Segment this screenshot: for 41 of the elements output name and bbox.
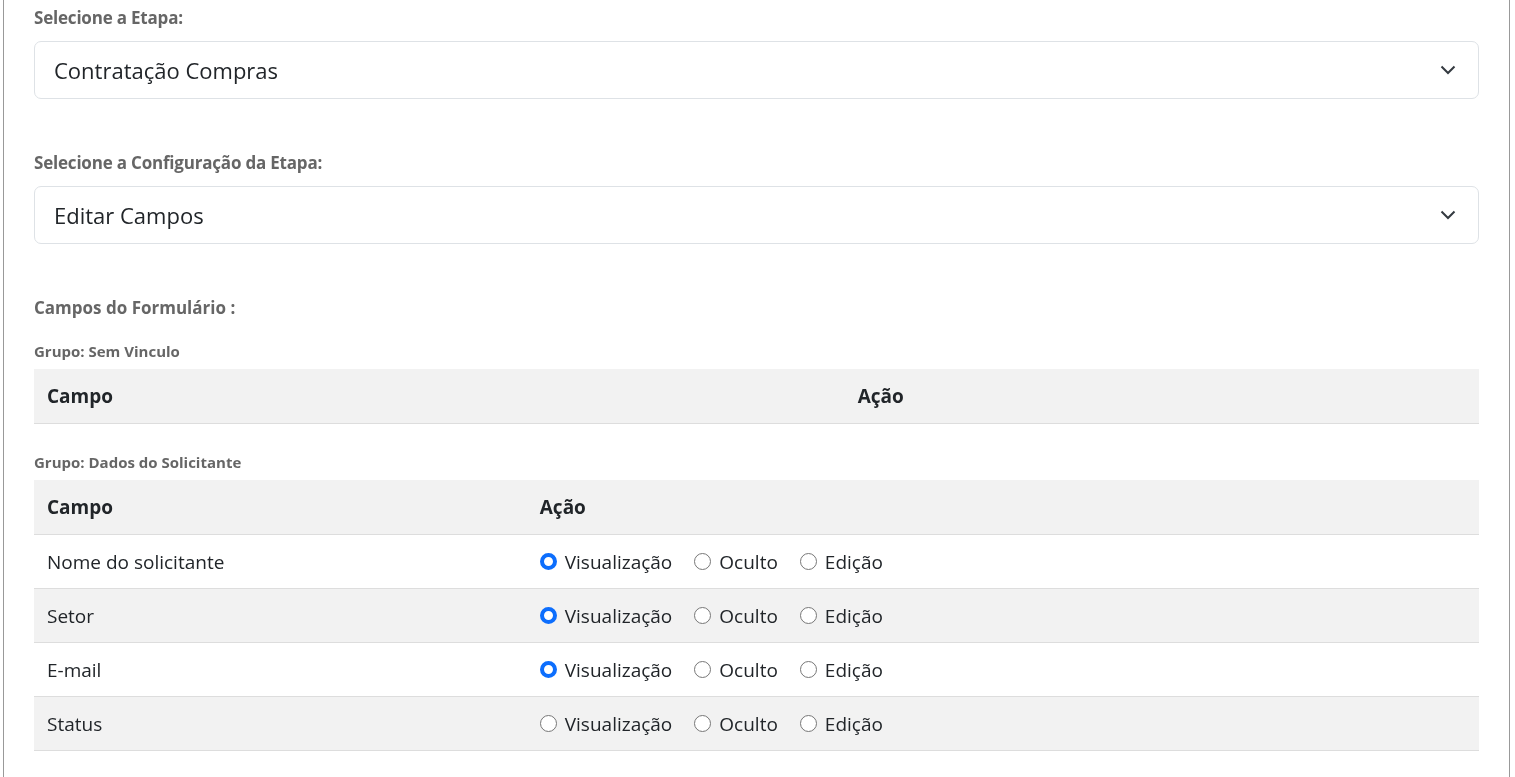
radio-button[interactable] [539, 661, 557, 678]
field-label: Selecione a Configuração da Etapa: [34, 151, 324, 174]
dropdown-select[interactable]: Contratação Compras [34, 41, 1479, 99]
column-header: Ação [857, 383, 904, 409]
table-cell: E-mail [47, 656, 102, 683]
radio-option[interactable]: Oculto [694, 548, 778, 575]
radio-option[interactable]: Visualização [539, 710, 673, 737]
radio-button[interactable] [539, 553, 557, 570]
radio-option[interactable]: Visualização [539, 602, 673, 629]
radio-button[interactable] [799, 661, 817, 678]
table-cell: Status [47, 710, 103, 737]
field-label: Selecione a Etapa: [34, 6, 184, 29]
chevron-down-icon [1440, 210, 1456, 220]
table-cell: Setor [47, 602, 95, 629]
radio-button[interactable] [799, 607, 817, 624]
section-title: Campos do Formulário : [34, 296, 237, 319]
radio-option[interactable]: Edição [799, 548, 883, 575]
radio-option[interactable]: Oculto [694, 602, 778, 629]
radio-button[interactable] [539, 607, 557, 624]
dropdown-select[interactable]: Editar Campos [34, 186, 1479, 244]
radio-button[interactable] [799, 553, 817, 570]
radio-option[interactable]: Oculto [694, 656, 778, 683]
chevron-down-icon [1440, 65, 1456, 75]
group-title: Grupo: Dados do Solicitante [34, 452, 243, 472]
radio-button[interactable] [694, 607, 712, 624]
radio-option[interactable]: Edição [799, 602, 883, 629]
column-header: Campo [47, 494, 114, 520]
radio-button[interactable] [694, 715, 712, 732]
column-header: Campo [47, 383, 114, 409]
radio-option[interactable]: Edição [799, 710, 883, 737]
radio-button[interactable] [694, 553, 712, 570]
radio-button[interactable] [799, 715, 817, 732]
radio-button[interactable] [539, 715, 557, 732]
column-header: Ação [539, 494, 586, 520]
radio-option[interactable]: Visualização [539, 656, 673, 683]
radio-option[interactable]: Oculto [694, 710, 778, 737]
group-title: Grupo: Sem Vinculo [34, 341, 181, 361]
table-cell: Nome do solicitante [47, 548, 225, 575]
radio-option[interactable]: Visualização [539, 548, 673, 575]
radio-button[interactable] [694, 661, 712, 678]
radio-option[interactable]: Edição [799, 656, 883, 683]
